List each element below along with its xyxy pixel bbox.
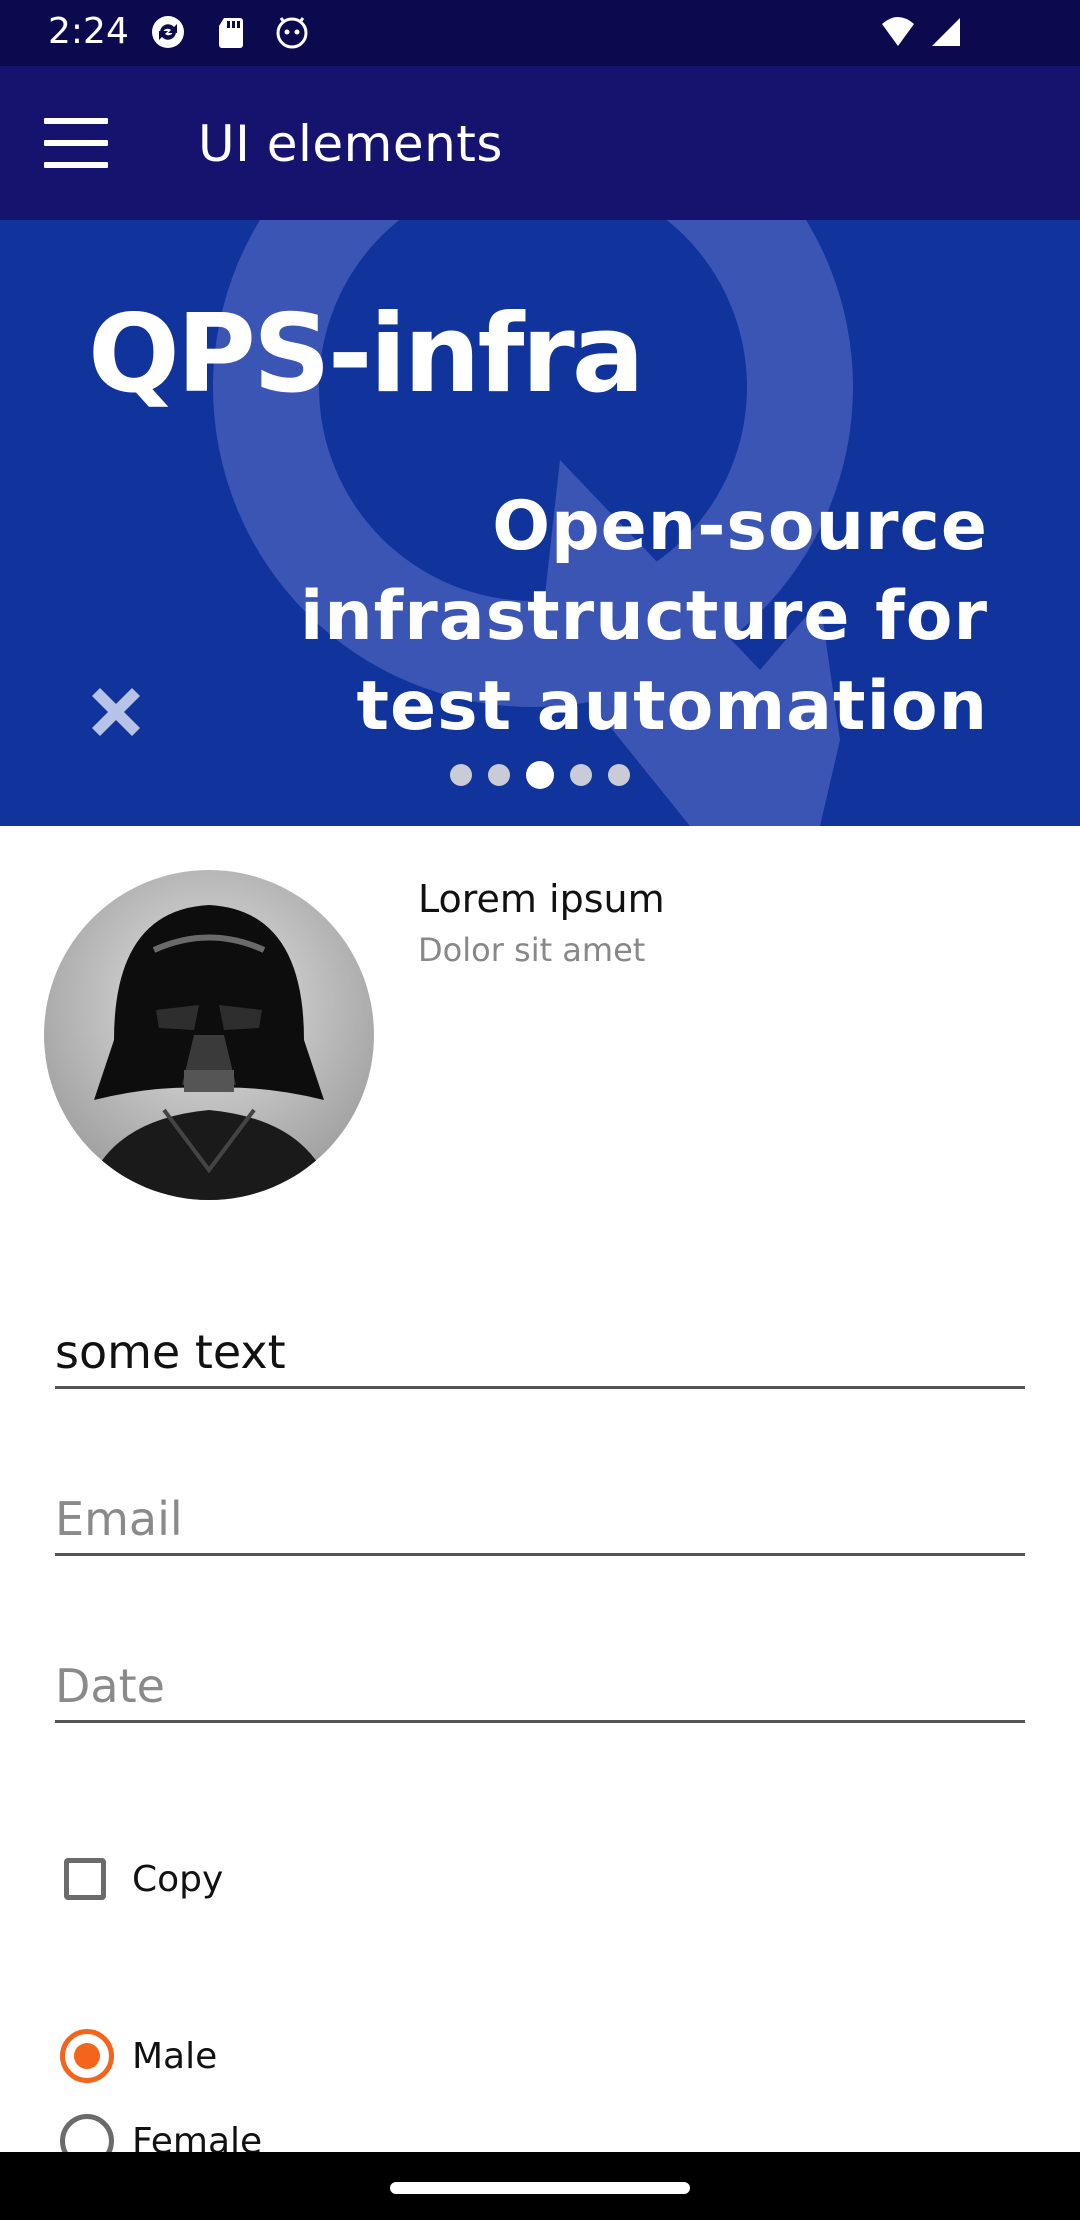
status-time: 2:24 <box>48 11 129 52</box>
avatar <box>44 870 374 1200</box>
carousel-dot[interactable] <box>488 764 510 786</box>
text-field[interactable] <box>55 1318 1025 1389</box>
sync-icon <box>152 16 184 48</box>
home-gesture-handle[interactable] <box>390 2182 690 2194</box>
checkbox-label: Copy <box>132 1859 224 1900</box>
close-icon[interactable] <box>86 682 146 742</box>
system-nav-bar <box>0 2152 1080 2220</box>
carousel-dot[interactable] <box>570 764 592 786</box>
banner-title: QPS-infra <box>88 292 645 417</box>
date-field[interactable] <box>55 1652 1025 1723</box>
banner-subtitle: Open-source infrastructure for test auto… <box>299 487 988 746</box>
carousel-dot[interactable] <box>608 764 630 786</box>
app-title: UI elements <box>198 115 503 173</box>
radio-label: Male <box>132 2036 218 2077</box>
radio-button[interactable] <box>60 2029 114 2083</box>
sd-card-icon <box>219 18 243 48</box>
checkbox-box[interactable] <box>64 1858 106 1900</box>
menu-button[interactable] <box>26 102 130 186</box>
darth-vader-portrait <box>44 870 374 1200</box>
card-subtitle: Dolor sit amet <box>418 931 646 969</box>
carousel-dot[interactable] <box>450 764 472 786</box>
app-bar: UI elements <box>0 66 1080 220</box>
carousel-dot[interactable] <box>526 761 554 789</box>
cell-signal-icon <box>932 18 960 46</box>
banner-carousel[interactable]: QPS-infra Open-source infrastructure for… <box>0 220 1080 826</box>
wifi-icon <box>882 17 914 46</box>
card-title: Lorem ipsum <box>418 877 665 921</box>
status-bar: 2:24 <box>0 0 1080 66</box>
email-field[interactable] <box>55 1485 1025 1556</box>
carousel-indicator <box>0 760 1080 790</box>
android-debug-icon <box>276 17 308 49</box>
